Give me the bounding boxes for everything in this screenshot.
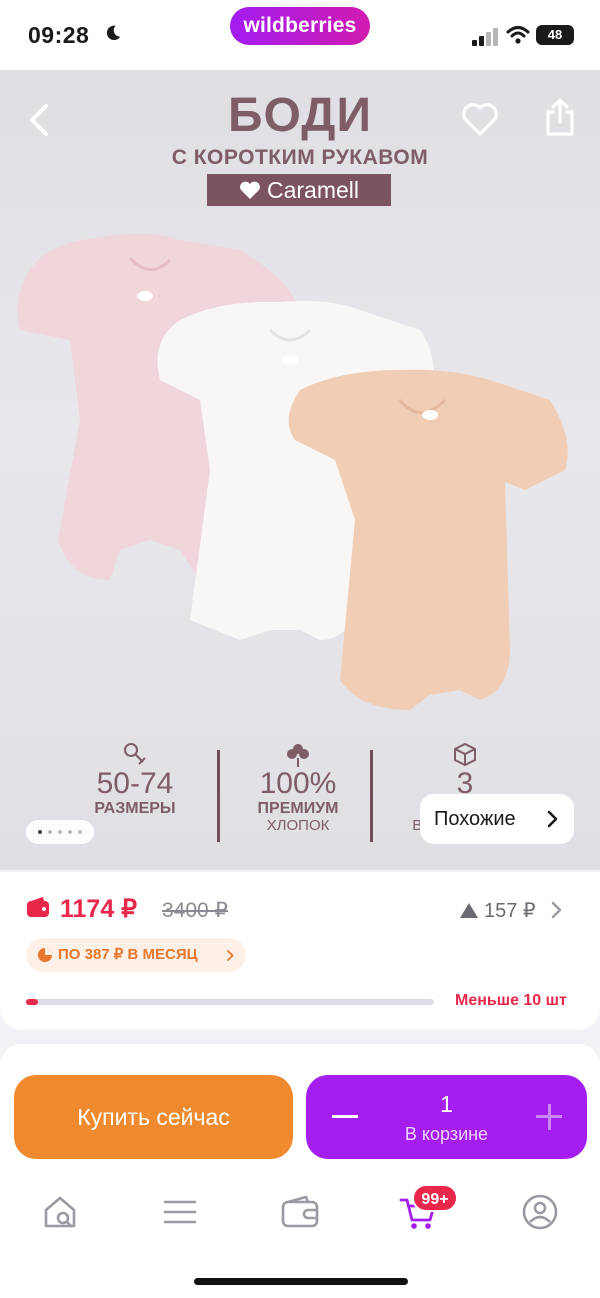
chevron-right-icon (227, 950, 234, 961)
home-search-icon[interactable] (40, 1192, 80, 1232)
hero-title: БОДИ (228, 89, 372, 142)
feature-cotton-value: 100% (259, 767, 337, 800)
cellular-signal-icon (472, 28, 498, 46)
moon-icon (106, 25, 121, 41)
menu-icon[interactable] (160, 1192, 200, 1232)
stock-label: Меньше 10 шт (455, 992, 567, 1009)
wildberries-pill[interactable]: wildberries (230, 7, 370, 45)
chevron-right-icon (547, 810, 558, 828)
profile-icon[interactable] (520, 1192, 560, 1232)
battery-indicator: 48 (536, 25, 574, 45)
wb-wallet-icon (27, 897, 49, 917)
pacifier-icon (124, 743, 146, 765)
home-indicator[interactable] (194, 1278, 408, 1285)
feature-cotton-label2: ХЛОПОК (266, 817, 330, 834)
feature-sizes-value: 50-74 (96, 767, 174, 800)
back-arrow-icon[interactable] (24, 100, 54, 140)
feature-divider (217, 750, 220, 842)
feature-cotton: 100% ПРЕМИУМ ХЛОПОК (223, 740, 373, 834)
feature-sizes: 50-74 РАЗМЕРЫ (60, 740, 210, 818)
bottom-action-bar: Купить сейчас 1 В корзине (0, 1062, 600, 1298)
current-price: 1174 ₽ (60, 895, 138, 923)
similar-label: Похожие (434, 808, 516, 830)
similar-button[interactable]: Похожие (420, 794, 574, 844)
pagination-dot (78, 830, 82, 834)
installment-text: ПО 387 ₽ В МЕСЯЦ (58, 946, 198, 963)
chevron-right-icon[interactable] (550, 900, 562, 920)
status-time: 09:28 (28, 22, 90, 48)
carousel-pagination (26, 820, 94, 844)
share-icon[interactable] (540, 96, 580, 138)
brand-heart-icon (240, 182, 260, 200)
wallet-icon[interactable] (280, 1192, 320, 1232)
status-bar: 09:28 wildberries 48 (0, 0, 600, 70)
price-change-value: 157 ₽ (484, 900, 536, 922)
feature-divider (370, 750, 373, 842)
brand-logo: Caramell (207, 174, 391, 206)
price-card: 1174 ₽ 3400 ₽ 157 ₽ ПО 387 ₽ В МЕСЯЦ Мен… (0, 872, 600, 1030)
brand-name: Caramell (266, 177, 360, 203)
cart-quantity-control: 1 В корзине (306, 1075, 587, 1159)
product-photo (17, 233, 568, 710)
cart-badge: 99+ (412, 1184, 458, 1212)
cart-quantity: 1 (440, 1091, 453, 1117)
hero-subtitle: С КОРОТКИМ РУКАВОМ (171, 146, 429, 169)
heart-icon[interactable] (460, 100, 500, 138)
cotton-icon (287, 744, 309, 767)
pagination-dot (48, 830, 52, 834)
stock-progress-fill (26, 999, 38, 1005)
feature-cotton-label: ПРЕМИУМ (257, 800, 339, 817)
plus-icon-vertical (547, 1104, 551, 1130)
pagination-dot (68, 830, 72, 834)
pie-chart-icon (38, 948, 52, 962)
buy-now-button[interactable]: Купить сейчас (14, 1075, 293, 1159)
feature-sizes-label: РАЗМЕРЫ (94, 800, 176, 817)
stock-progress-bar (26, 999, 434, 1005)
tab-bar (0, 1182, 600, 1242)
pagination-dot (38, 830, 42, 834)
wifi-icon (506, 26, 530, 44)
installment-badge[interactable]: ПО 387 ₽ В МЕСЯЦ (26, 938, 246, 972)
triangle-up-icon (460, 903, 478, 918)
price-change[interactable]: 157 ₽ (460, 898, 536, 923)
in-cart-label: В корзине (404, 1124, 489, 1144)
product-page: 09:28 wildberries 48 БОДИ С КОРОТКИМ РУК… (0, 0, 600, 1298)
box-icon (454, 742, 476, 767)
pagination-dot (58, 830, 62, 834)
old-price: 3400 ₽ (162, 899, 228, 922)
product-image-carousel[interactable]: БОДИ С КОРОТКИМ РУКАВОМ Caramell 50-74 Р… (0, 70, 600, 870)
